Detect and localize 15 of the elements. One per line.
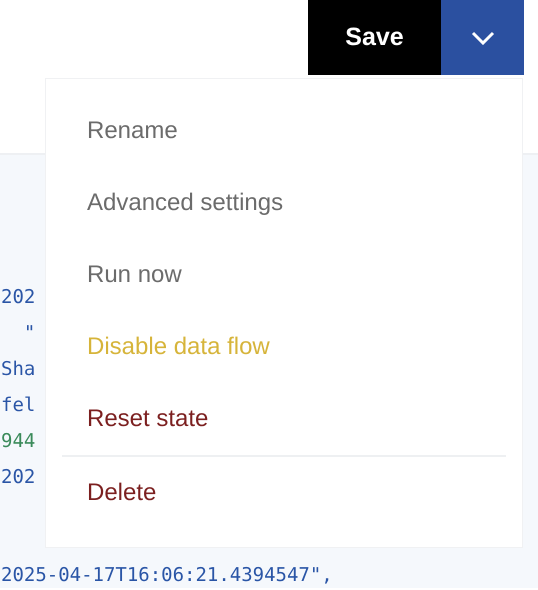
code-line: " [22,321,36,346]
code-line: 2025-04-17T16:06:21.4394547", [1,563,333,588]
menu-item[interactable]: Advanced settings [62,167,506,239]
menu-item[interactable]: Rename [62,95,506,167]
menu-item[interactable]: Reset state [62,383,506,455]
dropdown-toggle-button[interactable] [441,0,524,75]
save-button[interactable]: Save [308,0,441,75]
menu-item[interactable]: Delete [62,457,506,529]
code-line: Sha [1,357,36,382]
code-line: 202 [1,285,36,310]
chevron-down-icon [470,30,494,44]
code-line: 202 [1,465,36,490]
code-line: fel [1,393,36,418]
menu-item[interactable]: Run now [62,239,506,311]
code-line: 944 [1,429,36,454]
